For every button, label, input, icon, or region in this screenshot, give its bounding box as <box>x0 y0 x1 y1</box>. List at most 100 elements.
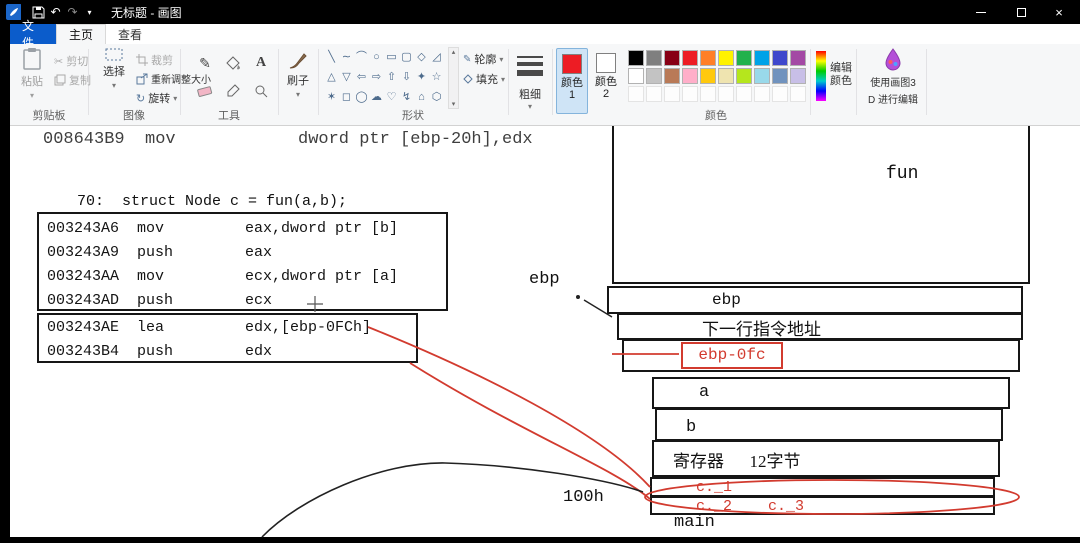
shape-oval[interactable]: ○ <box>369 47 384 67</box>
cut-button[interactable]: ✂ 剪切 <box>54 53 88 69</box>
palette-swatch[interactable] <box>664 68 680 84</box>
shape-arc[interactable]: ⌒ <box>354 47 369 67</box>
crop-button[interactable]: 裁剪 <box>136 52 173 68</box>
ebp-pointer-label: ebp <box>529 270 560 289</box>
palette-swatch[interactable] <box>628 50 644 66</box>
copy-label: 复制 <box>69 72 91 88</box>
edit-colors-button[interactable]: 编辑颜色 <box>828 62 854 88</box>
text-tool[interactable]: A <box>250 52 272 74</box>
paint3d-button[interactable]: 使用画图3 D 进行编辑 <box>864 48 922 106</box>
palette-swatch-empty[interactable] <box>790 86 806 102</box>
tab-home[interactable]: 主页 <box>56 24 106 44</box>
shape-right-arrow[interactable]: ⇨ <box>369 67 384 87</box>
palette-swatch[interactable] <box>700 68 716 84</box>
shape-oval-callout[interactable]: ◯ <box>354 87 369 107</box>
palette-swatch[interactable] <box>682 68 698 84</box>
color-picker-tool[interactable] <box>222 80 244 102</box>
fill-bucket-icon <box>463 74 473 84</box>
select-button[interactable]: 选择 ▾ <box>94 48 134 90</box>
palette-swatch[interactable] <box>790 68 806 84</box>
paste-button[interactable]: 粘贴 ▾ <box>12 47 52 100</box>
palette-swatch[interactable] <box>736 68 752 84</box>
edit-colors-rainbow-icon[interactable] <box>816 51 826 101</box>
tab-file[interactable]: 文件 <box>10 24 56 44</box>
outline-button[interactable]: ✎ 轮廓 ▾ <box>463 51 503 67</box>
palette-swatch[interactable] <box>772 68 788 84</box>
eraser-tool[interactable] <box>194 80 216 102</box>
tab-view[interactable]: 查看 <box>106 24 154 44</box>
shape-four-point-star[interactable]: ✦ <box>414 67 429 87</box>
fill-button[interactable]: 填充 ▾ <box>463 71 505 87</box>
scroll-up-icon[interactable]: ▴ <box>452 48 456 56</box>
palette-swatch[interactable] <box>682 50 698 66</box>
palette-swatch-empty[interactable] <box>682 86 698 102</box>
palette-swatch-empty[interactable] <box>646 86 662 102</box>
shapes-scrollbar[interactable]: ▴ ▾ <box>448 47 459 109</box>
size-label: 粗细 <box>508 86 552 102</box>
fill-label: 填充 <box>476 71 498 87</box>
color2-button[interactable]: 颜色2 <box>590 48 622 114</box>
shape-down-triangle[interactable]: ▽ <box>339 67 354 87</box>
palette-swatch-empty[interactable] <box>754 86 770 102</box>
fun-frame-box <box>612 126 1030 284</box>
palette-swatch-empty[interactable] <box>718 86 734 102</box>
shape-callout[interactable]: ◻ <box>339 87 354 107</box>
stack-row-c1-label: c._1 <box>696 479 732 496</box>
palette-swatch[interactable] <box>754 68 770 84</box>
pencil-tool[interactable]: ✎ <box>194 52 216 74</box>
stack-row-b-label: b <box>686 418 696 437</box>
shape-up-arrow[interactable]: ⇧ <box>384 67 399 87</box>
palette-swatch[interactable] <box>646 68 662 84</box>
color1-button[interactable]: 颜色1 <box>556 48 588 114</box>
shape-down-arrow[interactable]: ⇩ <box>399 67 414 87</box>
quick-access-dropdown-icon[interactable]: ▾ <box>82 4 97 20</box>
fill-bucket-tool[interactable] <box>222 52 244 74</box>
shape-diamond[interactable]: ◇ <box>414 47 429 67</box>
brushes-button[interactable]: 刷子 ▾ <box>280 52 316 99</box>
stack-row-b <box>655 408 1003 441</box>
palette-swatch[interactable] <box>664 50 680 66</box>
palette-swatch[interactable] <box>790 50 806 66</box>
palette-swatch[interactable] <box>646 50 662 66</box>
palette-swatch[interactable] <box>628 68 644 84</box>
redo-button[interactable]: ↷ <box>65 4 80 20</box>
magnifier-tool[interactable] <box>250 80 272 102</box>
image-group-label: 图像 <box>88 107 180 123</box>
shape-heart[interactable]: ♡ <box>384 87 399 107</box>
shape-left-arrow[interactable]: ⇦ <box>354 67 369 87</box>
asm-line: 003243B4 push edx <box>47 340 416 364</box>
palette-swatch[interactable] <box>718 68 734 84</box>
fill-dropdown-icon: ▾ <box>501 75 505 84</box>
shape-rectangle[interactable]: ▭ <box>384 47 399 67</box>
shape-right-triangle[interactable]: ◿ <box>429 47 444 67</box>
minimize-button[interactable] <box>960 0 1002 24</box>
shape-triangle[interactable]: △ <box>324 67 339 87</box>
undo-button[interactable]: ↶ <box>48 4 63 20</box>
window-left-edge <box>0 24 10 543</box>
palette-swatch[interactable] <box>772 50 788 66</box>
shape-curve[interactable]: ∼ <box>339 47 354 67</box>
shape-six-point-star[interactable]: ✶ <box>324 87 339 107</box>
shape-five-point-star[interactable]: ☆ <box>429 67 444 87</box>
copy-button[interactable]: 复制 <box>54 72 91 88</box>
palette-swatch-empty[interactable] <box>736 86 752 102</box>
palette-swatch[interactable] <box>718 50 734 66</box>
shape-hexagon[interactable]: ⬡ <box>429 87 444 107</box>
shape-cloud[interactable]: ☁ <box>369 87 384 107</box>
palette-swatch-empty[interactable] <box>628 86 644 102</box>
palette-swatch-empty[interactable] <box>664 86 680 102</box>
maximize-button[interactable] <box>1000 0 1042 24</box>
palette-swatch[interactable] <box>700 50 716 66</box>
rotate-button[interactable]: ↻ 旋转 ▾ <box>136 90 177 106</box>
palette-swatch-empty[interactable] <box>700 86 716 102</box>
palette-swatch[interactable] <box>736 50 752 66</box>
shape-lightning[interactable]: ↯ <box>399 87 414 107</box>
shape-line[interactable]: ╲ <box>324 47 339 67</box>
palette-swatch[interactable] <box>754 50 770 66</box>
palette-swatch-empty[interactable] <box>772 86 788 102</box>
close-button[interactable]: × <box>1038 0 1080 24</box>
asm-line: 003243AA mov ecx,dword ptr [a] <box>47 265 446 289</box>
paint3d-label-line1: 使用画图3 <box>870 74 916 89</box>
shape-rounded-rectangle[interactable]: ▢ <box>399 47 414 67</box>
shape-pentagon[interactable]: ⌂ <box>414 87 429 107</box>
